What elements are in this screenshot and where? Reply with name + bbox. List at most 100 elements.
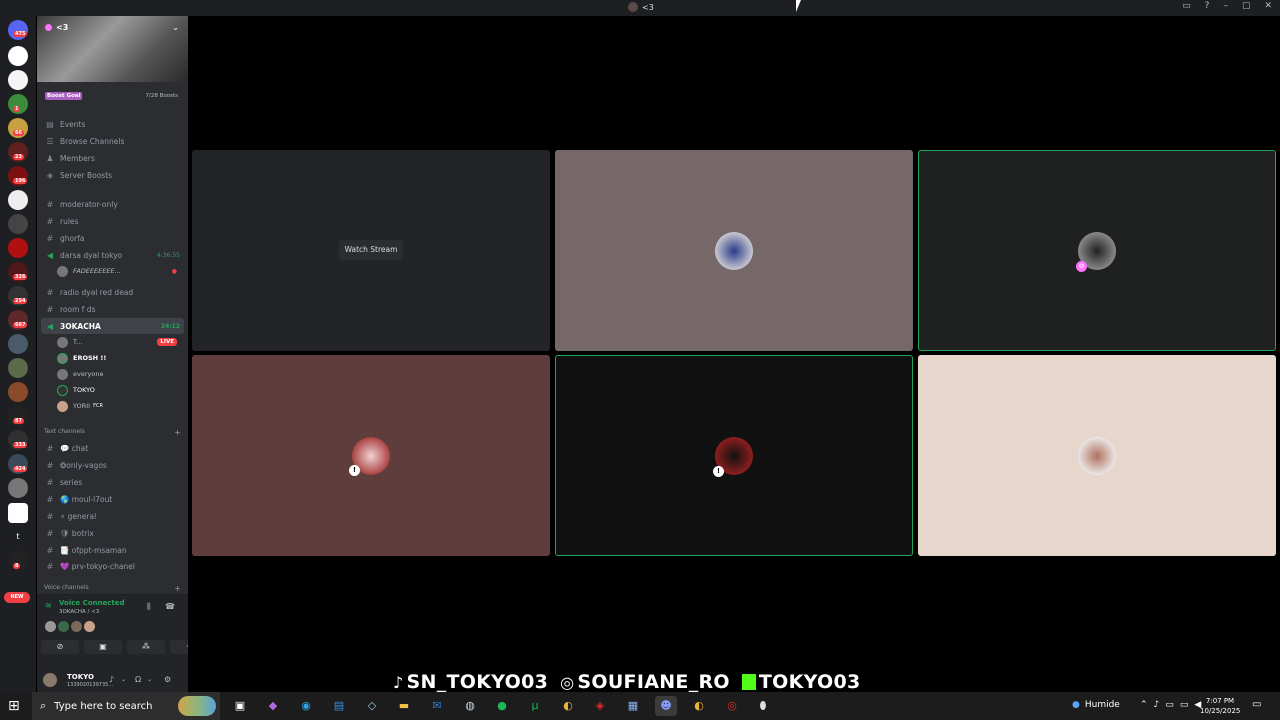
- chevron-down-icon[interactable]: ⌄: [147, 676, 152, 683]
- noise-suppression-icon[interactable]: ⫼: [147, 602, 151, 612]
- hashtag-icon: #: [46, 233, 54, 243]
- inbox-icon[interactable]: ▭: [1182, 1, 1191, 11]
- channel-series[interactable]: # series: [41, 474, 184, 490]
- steam-icon[interactable]: ◍: [459, 696, 481, 716]
- signal-icon[interactable]: ≋: [45, 601, 52, 610]
- avatar[interactable]: [43, 673, 57, 687]
- video-tile[interactable]: [918, 355, 1276, 556]
- app-icon[interactable]: ⬮: [752, 696, 774, 716]
- activities-button[interactable]: ⁂: [127, 640, 165, 654]
- server-icon[interactable]: [8, 214, 28, 234]
- store-icon[interactable]: ▤: [328, 696, 350, 716]
- channel-botrix[interactable]: # 🛡 botrix: [41, 525, 184, 541]
- screen-share-button[interactable]: ▣: [84, 640, 122, 654]
- video-tile[interactable]: !: [192, 355, 550, 556]
- server-name[interactable]: <3: [45, 23, 68, 32]
- voice-channel-3okacha[interactable]: ◀ 3OKACHA 24:12: [41, 318, 184, 334]
- voice-channel-darsa[interactable]: ◀ darsa dyal tokyo 4:36:55: [41, 247, 184, 263]
- video-tile-speaking[interactable]: !: [555, 355, 913, 556]
- watch-stream-button[interactable]: Watch Stream: [339, 240, 403, 260]
- server-icon[interactable]: [8, 190, 28, 210]
- calculator-icon[interactable]: ▦: [622, 696, 644, 716]
- copilot-icon[interactable]: ◆: [262, 696, 284, 716]
- video-tile-stream[interactable]: Watch Stream: [192, 150, 550, 351]
- voice-timer: 4:36:55: [156, 251, 180, 259]
- notifications-icon[interactable]: ▭: [1252, 699, 1261, 710]
- channel-general[interactable]: # ⚡ general: [41, 508, 184, 524]
- soundboard-button[interactable]: ✧: [170, 640, 188, 654]
- voice-channel-path[interactable]: 3OKACHA / <3: [59, 609, 99, 615]
- video-tile[interactable]: [555, 150, 913, 351]
- help-icon[interactable]: ?: [1205, 1, 1210, 11]
- headphones-icon[interactable]: Ω: [135, 675, 141, 684]
- channel-room-f-ds[interactable]: # room f ds: [41, 301, 184, 317]
- chrome-icon[interactable]: ◐: [557, 696, 579, 716]
- channel-moderator-only[interactable]: # moderator-only: [41, 196, 184, 212]
- spotify-icon[interactable]: ●: [491, 696, 513, 716]
- boost-goal-bar[interactable]: Boost Goal 7/28 Boosts: [37, 90, 188, 104]
- search-highlight-icon[interactable]: [178, 696, 216, 716]
- server-icon[interactable]: t: [8, 527, 28, 547]
- add-channel-icon[interactable]: +: [174, 428, 181, 437]
- voice-user[interactable]: FADEEEEEEE… ●: [57, 263, 181, 279]
- disconnect-icon[interactable]: ☎: [165, 602, 175, 611]
- chrome-icon[interactable]: ◐: [688, 696, 710, 716]
- edge-icon[interactable]: ◉: [295, 696, 317, 716]
- close-button[interactable]: ✕: [1264, 1, 1272, 11]
- maximize-button[interactable]: ▢: [1242, 1, 1251, 11]
- voice-user[interactable]: T... LIVE: [57, 334, 181, 350]
- microphone-icon[interactable]: ♪: [109, 675, 114, 684]
- notepad-icon[interactable]: ◇: [361, 696, 383, 716]
- file-explorer-icon[interactable]: ▬: [393, 696, 415, 716]
- server-icon[interactable]: [8, 238, 28, 258]
- obs-icon[interactable]: ◎: [721, 696, 743, 716]
- server-icon[interactable]: [8, 358, 28, 378]
- voice-user[interactable]: everyone: [57, 366, 181, 382]
- voice-channels-header[interactable]: Voice channels +: [44, 584, 181, 593]
- camera-button[interactable]: ⊘: [41, 640, 79, 654]
- windows-start-icon[interactable]: ⊞: [8, 698, 20, 714]
- chevron-down-icon[interactable]: ⌄: [172, 23, 179, 32]
- voice-user[interactable]: YORII FCR: [57, 398, 181, 414]
- server-icon[interactable]: [8, 478, 28, 498]
- chevron-up-icon[interactable]: ⌃: [1140, 700, 1148, 710]
- weather-widget[interactable]: ● Humide: [1072, 700, 1120, 710]
- menu-browse-channels[interactable]: ☰ Browse Channels: [41, 133, 184, 149]
- settings-gear-icon[interactable]: ⚙: [164, 675, 171, 684]
- channel-ghorfa[interactable]: # ghorfa: [41, 230, 184, 246]
- channel-chat[interactable]: # 💬 chat: [41, 440, 184, 456]
- channel-radio-dyal-red-dead[interactable]: # radio dyal red dead: [41, 284, 184, 300]
- menu-events[interactable]: ▤ Events: [41, 116, 184, 132]
- voice-user[interactable]: EROSH !!: [57, 350, 181, 366]
- chevron-down-icon[interactable]: ⌄: [121, 676, 126, 683]
- server-icon[interactable]: [8, 334, 28, 354]
- channel-ofppt-msaman[interactable]: # 📑 ofppt-msaman: [41, 542, 184, 558]
- clock[interactable]: 7:07 PM 10/25/2025: [1200, 696, 1240, 716]
- channel-only-vagos[interactable]: # ❂only-vagos: [41, 457, 184, 473]
- server-banner[interactable]: <3 ⌄: [37, 16, 188, 82]
- username[interactable]: TOKYO: [67, 673, 94, 681]
- network-icon[interactable]: ▭: [1180, 700, 1189, 710]
- voice-user[interactable]: TOKYO: [57, 382, 181, 398]
- server-icon[interactable]: [8, 382, 28, 402]
- minimize-button[interactable]: –: [1223, 1, 1228, 11]
- utorrent-icon[interactable]: μ: [524, 696, 546, 716]
- app-icon[interactable]: ◈: [589, 696, 611, 716]
- server-icon[interactable]: [8, 503, 28, 523]
- task-view-icon[interactable]: ▣: [229, 696, 251, 716]
- discord-icon[interactable]: ☻: [655, 696, 677, 716]
- display-icon[interactable]: ▭: [1165, 700, 1174, 710]
- menu-members[interactable]: ♟ Members: [41, 150, 184, 166]
- add-channel-icon[interactable]: +: [174, 584, 181, 593]
- direct-messages-icon[interactable]: [8, 20, 28, 40]
- video-tile-speaking[interactable]: ⊘: [918, 150, 1276, 351]
- microphone-icon[interactable]: ♪: [1154, 700, 1160, 710]
- channel-prv-tokyo-chanel[interactable]: # 💜 prv-tokyo-chanel: [41, 558, 184, 574]
- channel-rules[interactable]: # rules: [41, 213, 184, 229]
- outlook-icon[interactable]: ✉: [426, 696, 448, 716]
- server-icon[interactable]: [8, 46, 28, 66]
- server-icon[interactable]: [8, 70, 28, 90]
- channel-moul-l7out[interactable]: # 🌎 moul-l7out: [41, 491, 184, 507]
- menu-server-boosts[interactable]: ◈ Server Boosts: [41, 167, 184, 183]
- text-channels-header[interactable]: Text channels +: [44, 428, 181, 437]
